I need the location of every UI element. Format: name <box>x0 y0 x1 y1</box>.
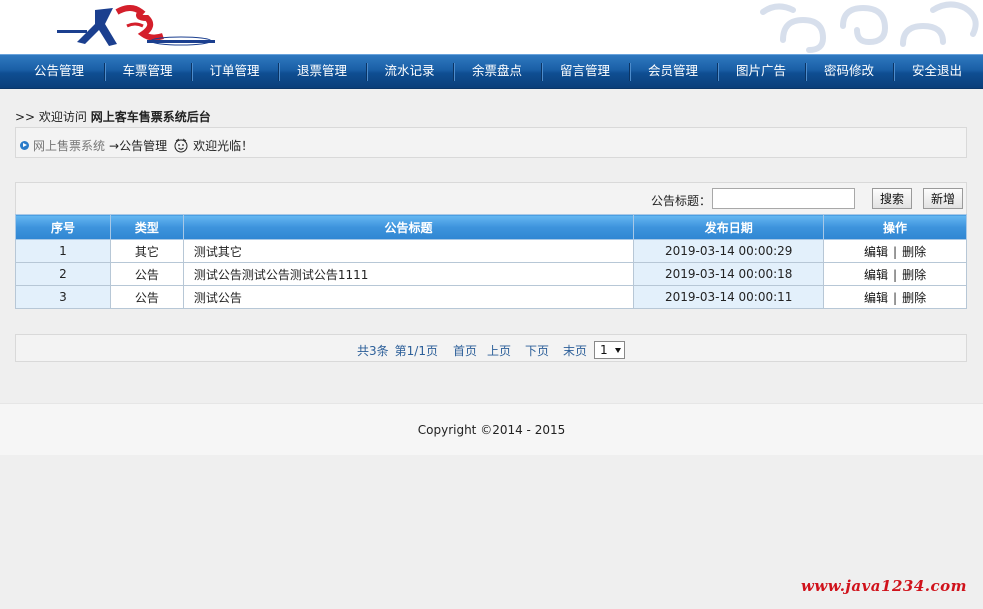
breadcrumb: 网上售票系统 → 公告管理 欢迎光临！ <box>15 127 967 158</box>
search-button[interactable]: 搜索 <box>872 188 912 209</box>
nav-item-9[interactable]: 密码修改 <box>805 55 893 88</box>
logo-icon <box>57 5 215 46</box>
edit-link[interactable]: 编辑 <box>864 291 888 305</box>
cell-date: 2019-03-14 00:00:29 <box>633 239 825 263</box>
pager-total: 共3条 <box>357 343 389 358</box>
watermark: www.java1234.com <box>800 577 967 595</box>
page-select-value: 1 <box>600 343 608 357</box>
cell-date: 2019-03-14 00:00:11 <box>633 285 825 309</box>
content-area: >> 欢迎访问 网上客车售票系统后台 网上售票系统 → 公告管理 欢迎光临！ 公… <box>0 90 983 375</box>
pager-first[interactable]: 首页 <box>453 342 477 359</box>
col-header-no: 序号 <box>15 214 111 240</box>
welcome-text: >> 欢迎访问 网上客车售票系统后台 <box>15 108 211 125</box>
col-header-actions: 操作 <box>823 214 967 240</box>
breadcrumb-system[interactable]: 网上售票系统 <box>33 137 105 154</box>
nav-item-3[interactable]: 退票管理 <box>278 55 366 88</box>
pager-prev[interactable]: 上页 <box>487 342 511 359</box>
breadcrumb-arrow: → <box>109 138 120 153</box>
nav-item-7[interactable]: 会员管理 <box>629 55 717 88</box>
pagination: 共3条 第1/1页 首页 上页 下页 末页 1 <box>15 334 967 362</box>
page-select[interactable]: 1 <box>594 341 626 359</box>
pager-page-info: 第1/1页 <box>394 343 438 358</box>
announcement-table: 序号 类型 公告标题 发布日期 操作 1 其它 测试其它 2019-03-14 00:… <box>15 214 967 309</box>
cell-no: 3 <box>15 285 111 309</box>
cell-date: 2019-03-14 00:00:18 <box>633 262 825 286</box>
welcome-greeting: 欢迎光临！ <box>193 139 254 153</box>
add-button[interactable]: 新增 <box>923 188 963 209</box>
cell-no: 1 <box>15 239 111 263</box>
copyright-text: Copyright ©2014 - 2015 <box>417 423 566 437</box>
arrow-circle-icon <box>20 141 29 150</box>
delete-link[interactable]: 删除 <box>902 245 926 259</box>
table-row: 3 公告 测试公告 2019-03-14 00:00:11 编辑 | 删除 <box>15 285 967 309</box>
edit-link[interactable]: 编辑 <box>864 245 888 259</box>
col-header-title: 公告标题 <box>182 214 635 240</box>
cell-title: 测试公告 <box>182 285 635 309</box>
table-header-row: 序号 类型 公告标题 发布日期 操作 <box>15 214 967 240</box>
cell-title: 测试公告测试公告测试公告1111 <box>182 262 635 286</box>
cloud-decoration-icon <box>760 1 979 53</box>
cell-no: 2 <box>15 262 111 286</box>
delete-link[interactable]: 删除 <box>902 268 926 282</box>
action-separator: | <box>893 267 898 282</box>
cell-title: 测试其它 <box>182 239 635 263</box>
nav-item-6[interactable]: 留言管理 <box>541 55 629 88</box>
pager-last[interactable]: 末页 <box>563 342 587 359</box>
nav-item-4[interactable]: 流水记录 <box>366 55 453 88</box>
smiley-face-icon <box>174 138 188 152</box>
nav-item-8[interactable]: 图片广告 <box>717 55 805 88</box>
edit-link[interactable]: 编辑 <box>864 268 888 282</box>
header <box>0 0 983 54</box>
cell-actions: 编辑 | 删除 <box>823 285 967 309</box>
nav-item-5[interactable]: 余票盘点 <box>453 55 541 88</box>
cell-actions: 编辑 | 删除 <box>823 262 967 286</box>
search-label: 公告标题： <box>651 194 712 208</box>
title-search-input[interactable] <box>712 188 855 209</box>
action-separator: | <box>893 244 898 259</box>
cell-type: 公告 <box>109 262 184 286</box>
table-row: 1 其它 测试其它 2019-03-14 00:00:29 编辑 | 删除 <box>15 239 967 263</box>
footer: Copyright ©2014 - 2015 <box>0 403 983 455</box>
system-name: 网上客车售票系统后台 <box>90 110 211 124</box>
col-header-date: 发布日期 <box>633 214 825 240</box>
chevron-down-icon <box>615 347 622 353</box>
breadcrumb-current: 公告管理 <box>119 139 168 153</box>
cell-actions: 编辑 | 删除 <box>823 239 967 263</box>
nav-item-0[interactable]: 公告管理 <box>14 55 104 88</box>
delete-link[interactable]: 删除 <box>902 291 926 305</box>
cell-type: 其它 <box>109 239 184 263</box>
col-header-type: 类型 <box>109 214 184 240</box>
nav-item-1[interactable]: 车票管理 <box>104 55 191 88</box>
pager-next[interactable]: 下页 <box>525 342 549 359</box>
nav-item-2[interactable]: 订单管理 <box>191 55 278 88</box>
table-row: 2 公告 测试公告测试公告测试公告1111 2019-03-14 00:00:18 编辑… <box>15 262 967 286</box>
cell-type: 公告 <box>109 285 184 309</box>
action-separator: | <box>893 290 898 305</box>
main-nav: 公告管理 车票管理 订单管理 退票管理 流水记录 余票盘点 留言管理 会员管理 图片广告 密码修改… <box>0 54 983 89</box>
search-bar: 公告标题： 搜索 新增 <box>15 182 967 214</box>
nav-item-10[interactable]: 安全退出 <box>893 55 981 88</box>
welcome-prefix: >> 欢迎访问 <box>15 110 87 124</box>
